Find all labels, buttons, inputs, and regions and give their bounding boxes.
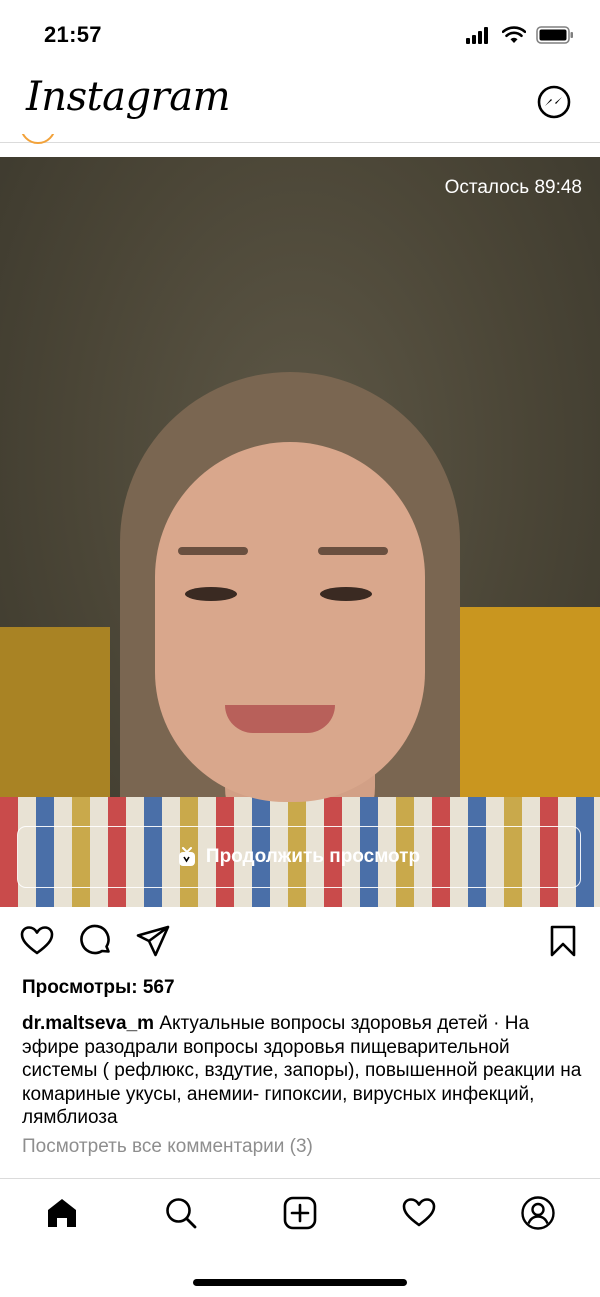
right-eye xyxy=(320,587,372,601)
continue-watching-label: Продолжить просмотр xyxy=(205,846,421,867)
activity-icon xyxy=(402,1198,436,1227)
tab-home[interactable] xyxy=(42,1193,82,1233)
status-time: 21:57 xyxy=(44,22,102,47)
tab-activity[interactable] xyxy=(399,1193,439,1233)
battery-icon xyxy=(536,26,573,44)
right-brow xyxy=(318,547,388,555)
bookmark-icon[interactable] xyxy=(546,924,580,958)
status-icons xyxy=(466,26,574,44)
author-avatar[interactable] xyxy=(20,134,56,146)
time-remaining: Осталось 89:48 xyxy=(444,177,582,198)
caption-username[interactable]: dr.maltseva_m xyxy=(22,1013,154,1034)
profile-icon xyxy=(521,1196,555,1230)
signal-icon xyxy=(466,27,488,44)
tab-add-post[interactable] xyxy=(280,1193,320,1233)
home-indicator xyxy=(193,1279,407,1286)
continue-watching-button[interactable]: Продолжить просмотр xyxy=(17,826,581,888)
instagram-logo[interactable]: Instagram xyxy=(26,74,231,120)
face xyxy=(155,442,425,802)
left-eye xyxy=(185,587,237,601)
add-icon xyxy=(283,1196,317,1230)
status-bar: 21:57 xyxy=(0,0,600,72)
search-icon xyxy=(166,1198,197,1229)
messenger-icon[interactable] xyxy=(536,84,572,120)
mouth xyxy=(225,705,335,733)
igtv-icon xyxy=(178,847,195,866)
view-all-comments-link[interactable]: Посмотреть все комментарии (3) xyxy=(22,1136,313,1158)
app-header: Instagram xyxy=(0,72,600,143)
tab-search[interactable] xyxy=(161,1193,201,1233)
bottom-nav xyxy=(0,1178,600,1251)
comment-icon[interactable] xyxy=(79,924,113,958)
view-count: Просмотры: 567 xyxy=(22,977,175,998)
left-brow xyxy=(178,547,248,555)
heart-icon[interactable] xyxy=(20,924,54,958)
live-video[interactable]: Осталось 89:48 Продолжить просмотр xyxy=(0,157,600,907)
post-caption: dr.maltseva_m Актуальные вопросы здоровь… xyxy=(22,1012,587,1130)
home-icon xyxy=(48,1199,76,1227)
tab-profile[interactable] xyxy=(518,1193,558,1233)
share-icon[interactable] xyxy=(136,924,170,958)
wifi-icon xyxy=(502,26,526,43)
post-actions xyxy=(0,920,600,964)
